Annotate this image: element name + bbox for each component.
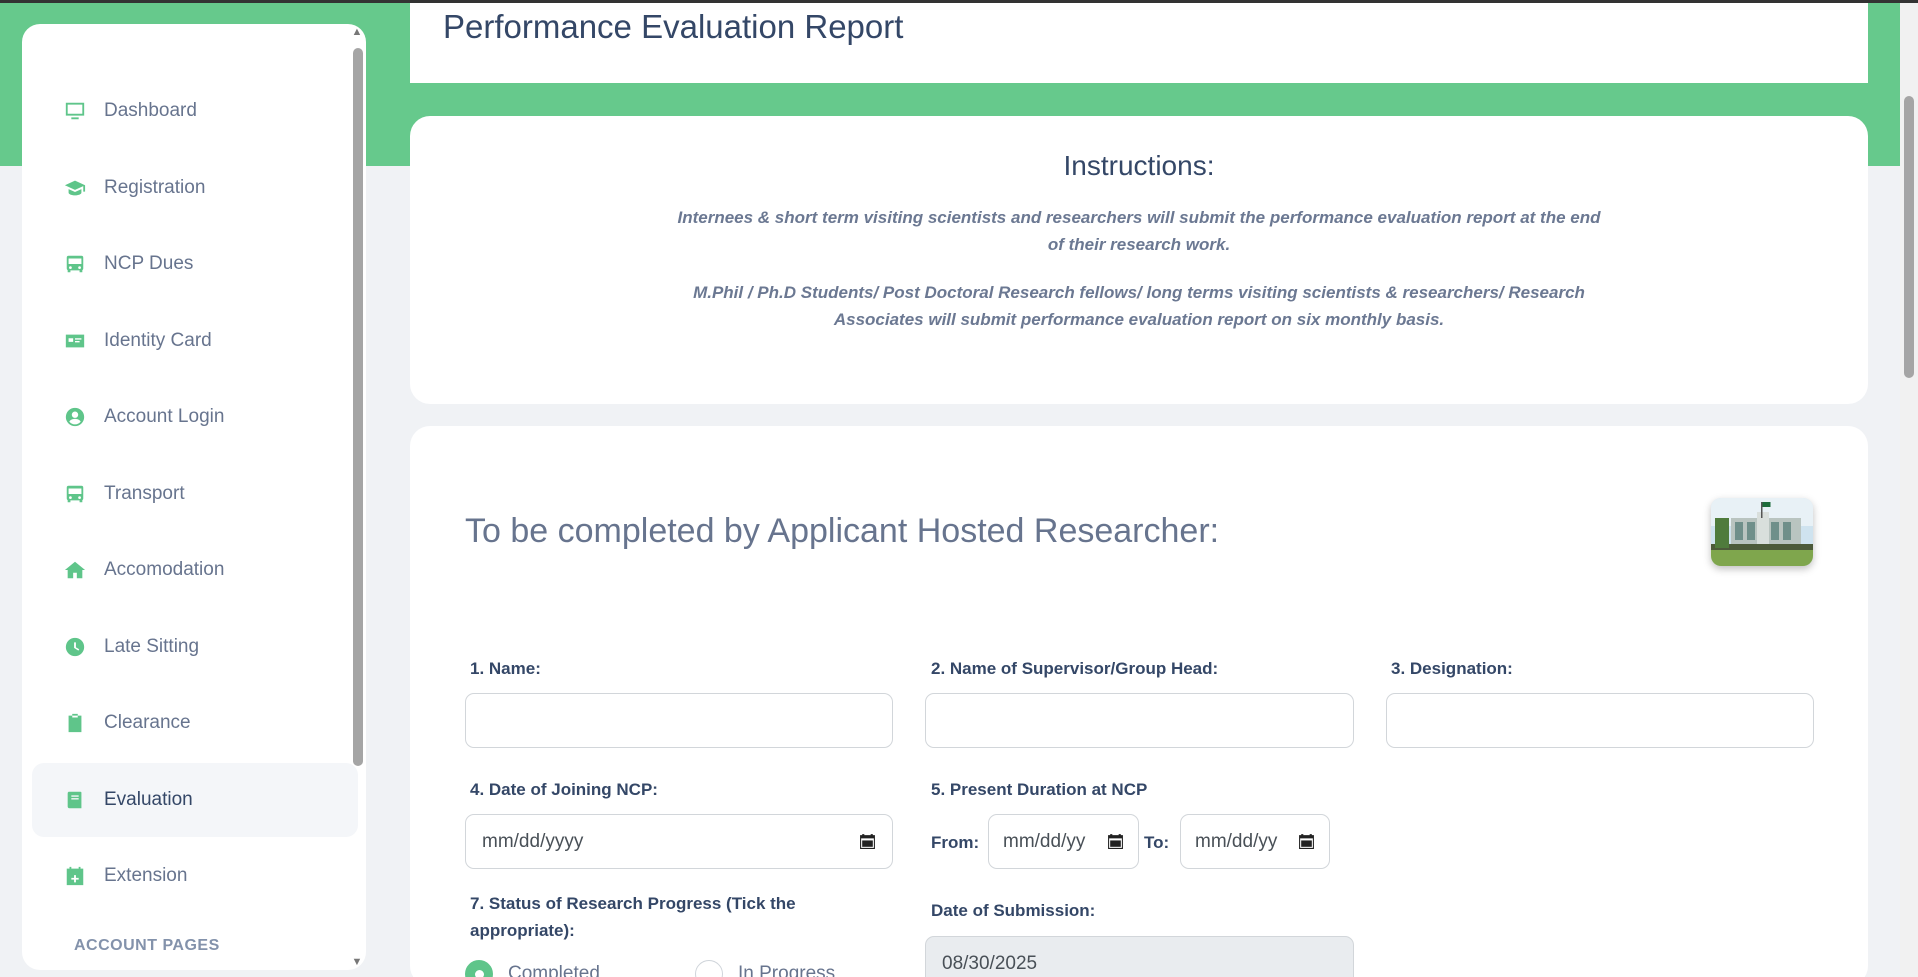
sidebar-nav: Dashboard Registration NCP Dues Identity… bbox=[32, 74, 358, 955]
to-placeholder: mm/dd/yy bbox=[1195, 830, 1278, 852]
joining-date-placeholder: mm/dd/yyyy bbox=[482, 830, 584, 852]
sidebar-item-late-sitting[interactable]: Late Sitting bbox=[32, 610, 358, 684]
duration-to-input[interactable]: mm/dd/yy bbox=[1180, 814, 1330, 869]
calendar-plus-icon bbox=[64, 865, 86, 887]
sidebar-item-label: Registration bbox=[104, 176, 206, 198]
sidebar-item-identity-card[interactable]: Identity Card bbox=[32, 304, 358, 378]
sidebar-item-label: Evaluation bbox=[104, 788, 193, 810]
from-placeholder: mm/dd/yy bbox=[1003, 830, 1086, 852]
book-icon bbox=[64, 789, 86, 811]
scroll-down-arrow-icon[interactable]: ▼ bbox=[350, 956, 364, 968]
sidebar-item-label: Late Sitting bbox=[104, 635, 200, 657]
page-title-card: Performance Evaluation Report bbox=[410, 0, 1868, 83]
sidebar-item-transport[interactable]: Transport bbox=[32, 457, 358, 531]
calendar-icon[interactable] bbox=[859, 833, 876, 850]
status-completed-radio[interactable] bbox=[465, 960, 493, 977]
bus-icon bbox=[64, 253, 86, 275]
sidebar-item-dashboard[interactable]: Dashboard bbox=[32, 74, 358, 148]
designation-label: 3. Designation: bbox=[1391, 659, 1513, 678]
user-circle-icon bbox=[64, 406, 86, 428]
form-heading: To be completed by Applicant Hosted Rese… bbox=[465, 512, 1220, 550]
sidebar-item-registration[interactable]: Registration bbox=[32, 151, 358, 225]
calendar-icon[interactable] bbox=[1298, 833, 1315, 850]
name-label: 1. Name: bbox=[470, 659, 541, 678]
sidebar-item-label: NCP Dues bbox=[104, 253, 194, 274]
instructions-card: Instructions: Internees & short term vis… bbox=[410, 116, 1868, 404]
sidebar: Dashboard Registration NCP Dues Identity… bbox=[22, 24, 366, 970]
home-icon bbox=[64, 559, 86, 581]
duration-label: 5. Present Duration at NCP bbox=[931, 780, 1148, 799]
submission-date-value: 08/30/2025 bbox=[942, 952, 1038, 974]
monitor-icon bbox=[64, 100, 86, 122]
supervisor-label: 2. Name of Supervisor/Group Head: bbox=[931, 659, 1219, 678]
sidebar-scrollbar[interactable]: ▲ ▼ bbox=[347, 26, 366, 968]
id-card-icon bbox=[64, 330, 86, 352]
submission-date-label: Date of Submission: bbox=[931, 901, 1096, 920]
sidebar-item-label: Clearance bbox=[104, 712, 191, 733]
instructions-heading: Instructions: bbox=[1063, 150, 1215, 181]
sidebar-item-label: Dashboard bbox=[104, 100, 197, 121]
page-title: Performance Evaluation Report bbox=[443, 8, 904, 45]
bus-icon bbox=[64, 483, 86, 505]
joining-date-label: 4. Date of Joining NCP: bbox=[470, 780, 658, 799]
status-in-progress-radio[interactable] bbox=[695, 960, 723, 977]
instructions-paragraph-2: M.Phil / Ph.D Students/ Post Doctoral Re… bbox=[693, 283, 1585, 329]
sidebar-item-label: Identity Card bbox=[104, 329, 212, 351]
sidebar-item-account-login[interactable]: Account Login bbox=[32, 380, 358, 454]
sidebar-item-label: Account Login bbox=[104, 406, 225, 427]
joining-date-input[interactable]: mm/dd/yyyy bbox=[465, 814, 893, 869]
submission-date-field: 08/30/2025 bbox=[925, 936, 1354, 977]
graduation-cap-icon bbox=[64, 177, 86, 199]
name-field[interactable] bbox=[465, 693, 893, 748]
research-status-label: 7. Status of Research Progress (Tick the… bbox=[470, 894, 796, 940]
calendar-icon[interactable] bbox=[1107, 833, 1124, 850]
clipboard-icon bbox=[64, 712, 86, 734]
sidebar-item-extension[interactable]: Extension bbox=[32, 839, 358, 913]
clock-icon bbox=[64, 636, 86, 658]
from-label: From: bbox=[931, 833, 980, 852]
status-completed-label[interactable]: Completed bbox=[508, 963, 600, 977]
sidebar-item-accomodation[interactable]: Accomodation bbox=[32, 533, 358, 607]
sidebar-item-clearance[interactable]: Clearance bbox=[32, 686, 358, 760]
evaluation-form-card: To be completed by Applicant Hosted Rese… bbox=[410, 426, 1868, 977]
sidebar-item-label: Extension bbox=[104, 865, 188, 886]
to-label: To: bbox=[1144, 833, 1170, 852]
window-top-border bbox=[0, 0, 1918, 3]
page-scrollbar[interactable] bbox=[1900, 0, 1918, 977]
supervisor-field[interactable] bbox=[925, 693, 1354, 748]
sidebar-item-ncp-dues[interactable]: NCP Dues bbox=[32, 227, 358, 301]
sidebar-scrollbar-thumb[interactable] bbox=[353, 48, 363, 766]
scroll-up-arrow-icon[interactable]: ▲ bbox=[350, 26, 364, 38]
instructions-paragraph-1: Internees & short term visiting scientis… bbox=[677, 208, 1601, 254]
duration-from-input[interactable]: mm/dd/yy bbox=[988, 814, 1139, 869]
sidebar-item-evaluation[interactable]: Evaluation bbox=[32, 762, 358, 837]
designation-field[interactable] bbox=[1386, 693, 1814, 748]
status-in-progress-label[interactable]: In Progress bbox=[738, 963, 835, 977]
sidebar-item-label: Transport bbox=[104, 482, 185, 504]
sidebar-item-label: Accomodation bbox=[104, 559, 225, 580]
sidebar-section-account-pages: ACCOUNT PAGES bbox=[74, 937, 220, 954]
page-scrollbar-thumb[interactable] bbox=[1904, 96, 1914, 378]
campus-building-image bbox=[1711, 498, 1813, 566]
